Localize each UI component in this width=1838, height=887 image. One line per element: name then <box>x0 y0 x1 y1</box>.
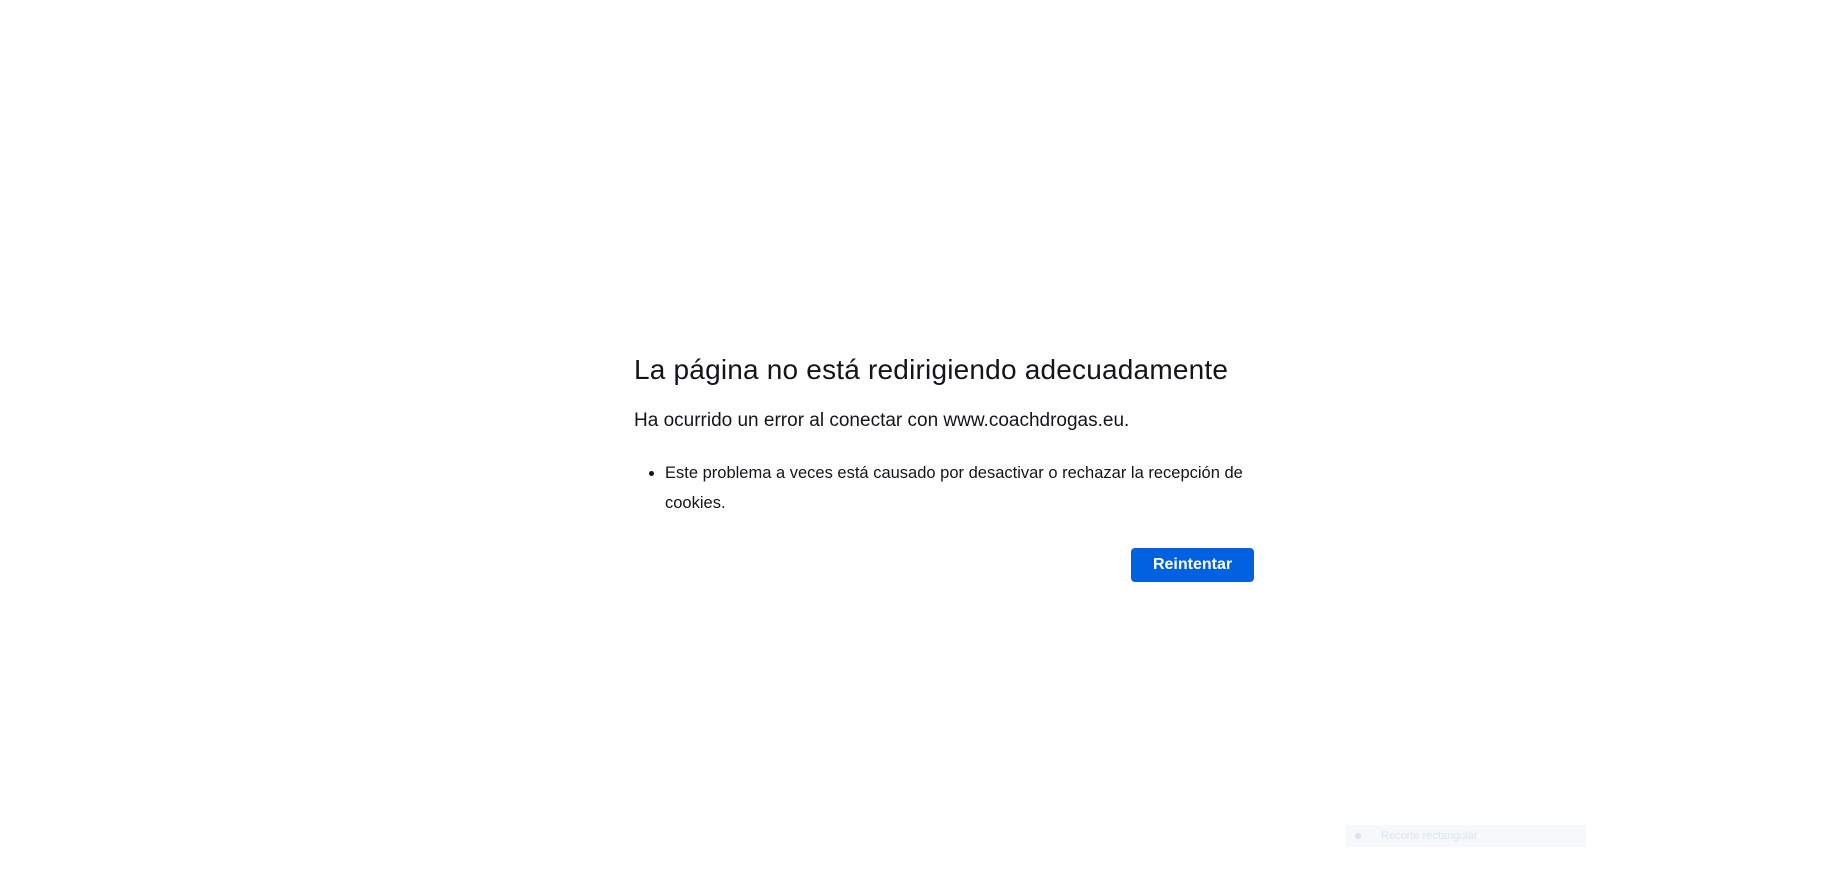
error-reason-item: Este problema a veces está causado por d… <box>665 458 1254 518</box>
snip-mode-icon <box>1355 833 1361 839</box>
error-page: La página no está redirigiendo adecuadam… <box>0 0 1838 887</box>
button-row: Reintentar <box>634 548 1254 582</box>
error-reasons-list: Este problema a veces está causado por d… <box>634 458 1254 518</box>
snip-mode-tooltip: Recorte rectangular <box>1346 825 1586 847</box>
error-title: La página no está redirigiendo adecuadam… <box>634 354 1229 385</box>
retry-button[interactable]: Reintentar <box>1131 548 1254 582</box>
error-container: La página no está redirigiendo adecuadam… <box>634 346 1254 582</box>
snip-mode-label: Recorte rectangular <box>1381 830 1478 842</box>
error-short-description: Ha ocurrido un error al conectar con www… <box>634 410 1130 431</box>
